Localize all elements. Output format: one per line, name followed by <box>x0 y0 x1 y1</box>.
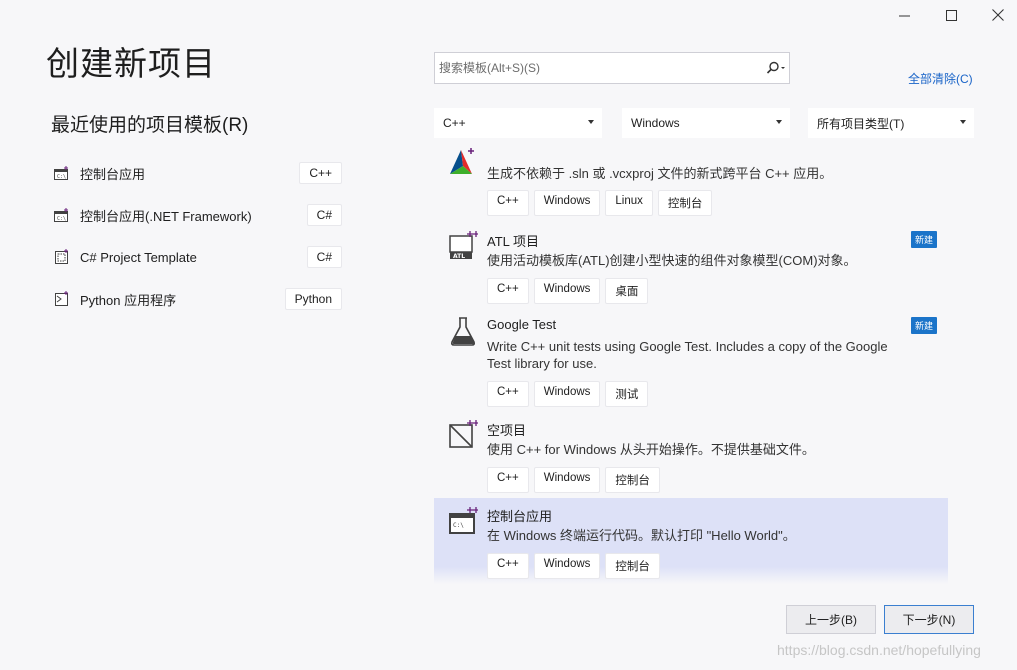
recent-item-console-net[interactable]: C:\ 控制台应用(.NET Framework) C# <box>48 199 348 231</box>
template-name: ATL 项目 <box>487 234 540 249</box>
language-tag: C++ <box>299 162 342 184</box>
cmake-icon <box>450 148 474 174</box>
template-name: 空项目 <box>487 423 527 438</box>
tag: C++ <box>487 278 529 304</box>
recent-item-python-app[interactable]: Python 应用程序 Python <box>48 283 348 315</box>
template-item-atl[interactable]: ATL ATL 项目 新建 使用活动模板库(ATL)创建小型快速的组件对象模型(… <box>434 224 948 310</box>
tag: Linux <box>605 190 653 216</box>
svg-text:C:\: C:\ <box>453 522 464 529</box>
template-tags: C++ Windows 控制台 <box>487 467 660 493</box>
template-item-empty-project[interactable]: 空项目 使用 C++ for Windows 从头开始操作。不提供基础文件。 C… <box>434 413 948 499</box>
watermark: https://blog.csdn.net/hopefullying <box>777 642 981 658</box>
language-tag: C# <box>306 246 342 268</box>
console-app-icon: C:\ <box>449 507 478 534</box>
template-name: Google Test <box>487 317 557 332</box>
language-tag: Python <box>284 288 342 310</box>
tag: 测试 <box>605 381 649 407</box>
chevron-down-icon <box>960 120 966 124</box>
recent-item-console-cpp[interactable]: C:\ 控制台应用 C++ <box>48 157 348 189</box>
project-template-icon <box>53 248 71 266</box>
tag: Windows <box>533 467 601 493</box>
platform-filter-dropdown[interactable]: Windows <box>622 108 790 138</box>
back-button[interactable]: 上一步(B) <box>786 605 876 634</box>
platform-filter-value: Windows <box>631 116 680 130</box>
atl-icon: ATL <box>449 231 478 260</box>
minimize-button[interactable] <box>881 0 927 30</box>
chevron-down-icon <box>776 120 782 124</box>
template-list[interactable]: 生成不依赖于 .sln 或 .vcxproj 文件的新式跨平台 C++ 应用。 … <box>434 148 948 584</box>
template-description: 使用活动模板库(ATL)创建小型快速的组件对象模型(COM)对象。 <box>487 253 857 268</box>
minimize-icon <box>898 15 910 16</box>
close-button[interactable] <box>975 0 1017 30</box>
tag: Windows <box>533 190 601 216</box>
project-type-filter-dropdown[interactable]: 所有项目类型(T) <box>808 108 974 138</box>
recent-templates-title: 最近使用的项目模板(R) <box>51 115 249 136</box>
maximize-button[interactable] <box>928 0 974 30</box>
console-app-icon: C:\ <box>53 206 71 224</box>
language-filter-dropdown[interactable]: C++ <box>434 108 602 138</box>
tag: Windows <box>533 553 601 579</box>
template-search-input[interactable] <box>435 53 763 83</box>
tag: Windows <box>533 381 601 407</box>
flask-icon <box>450 317 476 346</box>
new-badge: 新建 <box>910 317 937 334</box>
tag: C++ <box>487 553 529 579</box>
svg-text:C:\: C:\ <box>57 174 66 180</box>
page-title: 创建新项目 <box>46 45 216 82</box>
clear-all-filters-link[interactable]: 全部清除(C) <box>908 70 973 87</box>
tag: C++ <box>487 381 529 407</box>
recent-item-csharp-template[interactable]: C# Project Template C# <box>48 241 348 273</box>
template-item-google-test[interactable]: Google Test 新建 Write C++ unit tests usin… <box>434 310 948 413</box>
template-name: 控制台应用 <box>487 509 553 524</box>
tag: 控制台 <box>605 467 660 493</box>
new-badge: 新建 <box>910 231 937 248</box>
tag: 控制台 <box>657 190 713 216</box>
svg-text:ATL: ATL <box>453 253 465 260</box>
tag: C++ <box>487 467 529 493</box>
console-app-icon: C:\ <box>53 164 71 182</box>
language-filter-value: C++ <box>443 116 466 130</box>
template-item-console-app[interactable]: C:\ 控制台应用 在 Windows 终端运行代码。默认打印 "Hello W… <box>434 498 948 584</box>
next-button[interactable]: 下一步(N) <box>884 605 974 634</box>
tag: 桌面 <box>605 278 649 304</box>
python-app-icon <box>53 290 71 308</box>
chevron-down-icon <box>588 120 594 124</box>
close-icon <box>992 9 1004 21</box>
template-tags: C++ Windows 测试 <box>487 381 649 407</box>
template-description: 生成不依赖于 .sln 或 .vcxproj 文件的新式跨平台 C++ 应用。 <box>487 166 833 181</box>
template-search-box[interactable] <box>434 52 790 84</box>
project-type-filter-value: 所有项目类型(T) <box>817 116 905 131</box>
template-tags: C++ Windows 桌面 <box>487 278 649 304</box>
template-description: 在 Windows 终端运行代码。默认打印 "Hello World"。 <box>487 528 796 543</box>
template-description: 使用 C++ for Windows 从头开始操作。不提供基础文件。 <box>487 442 815 457</box>
tag: 控制台 <box>605 553 660 579</box>
svg-text:C:\: C:\ <box>57 216 66 222</box>
tag: C++ <box>487 190 529 216</box>
template-tags: C++ Windows Linux 控制台 <box>487 190 713 216</box>
template-item-cmake[interactable]: 生成不依赖于 .sln 或 .vcxproj 文件的新式跨平台 C++ 应用。 … <box>434 148 948 216</box>
language-tag: C# <box>306 204 342 226</box>
empty-project-icon <box>449 420 478 448</box>
template-description: Write C++ unit tests using Google Test. … <box>487 339 888 371</box>
template-tags: C++ Windows 控制台 <box>487 553 660 579</box>
search-icon[interactable] <box>763 61 789 75</box>
tag: Windows <box>533 278 601 304</box>
maximize-icon <box>945 9 957 21</box>
